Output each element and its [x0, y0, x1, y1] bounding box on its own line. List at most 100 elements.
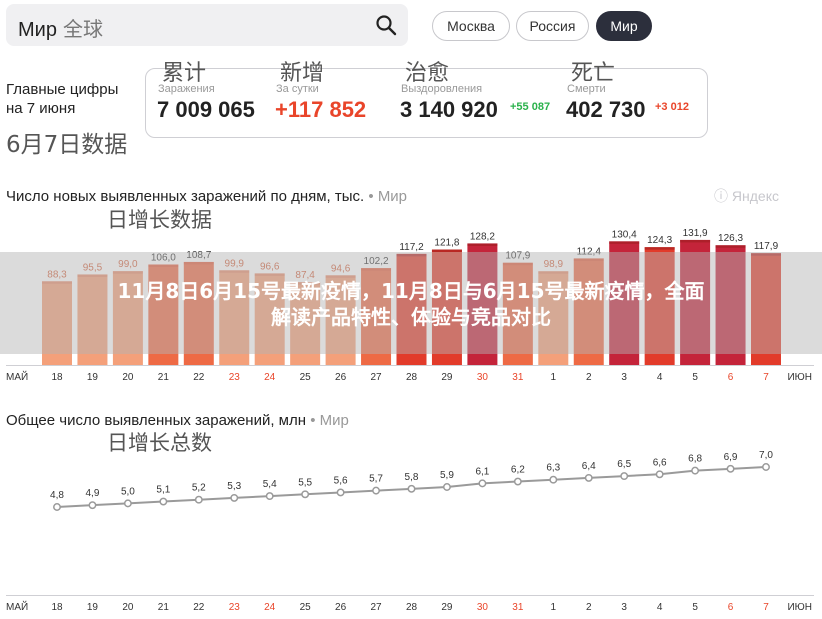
bar-cap — [644, 247, 675, 250]
stat-total-value: 7 009 065 — [157, 97, 255, 122]
x-tick-label: 19 — [87, 602, 99, 613]
x-tick-label: 29 — [441, 372, 453, 383]
series-point — [230, 493, 239, 502]
point-value-label: 5,3 — [227, 481, 241, 492]
x-tick-label: 4 — [657, 602, 663, 613]
x-tick-label: 23 — [229, 372, 241, 383]
x-tick-label: 18 — [51, 372, 63, 383]
bar-value-label: 130,4 — [612, 229, 637, 240]
x-tick-label: 26 — [335, 372, 347, 383]
x-tick-label: 28 — [406, 372, 418, 383]
tab-world[interactable]: Мир — [596, 11, 652, 41]
stat-total-label: Заражения — [158, 83, 215, 95]
bar-chart-source: Мир — [377, 188, 408, 205]
x-month-start: МАЙ — [6, 370, 28, 383]
series-point — [88, 501, 97, 510]
series-point — [691, 466, 700, 475]
bar-value-label: 128,2 — [470, 231, 495, 242]
stat-deaths-label: Смерти — [567, 83, 606, 95]
point-value-label: 7,0 — [759, 450, 773, 461]
x-tick-label: 22 — [193, 372, 205, 383]
x-tick-label: 22 — [193, 602, 205, 613]
point-value-label: 6,8 — [688, 454, 702, 465]
point-value-label: 6,1 — [475, 466, 489, 477]
page-title: Главные цифры на 7 июня — [6, 80, 118, 118]
yandex-logo: ⓘ Яндекс — [714, 186, 779, 206]
x-tick-label: 24 — [264, 602, 276, 613]
bar-cap — [467, 243, 498, 246]
line-chart: 4,8 4,9 5,0 5,1 5,2 5,3 5,4 5,5 5,6 5,7 5,8 5,9 6,1 6… — [6, 450, 814, 613]
x-tick-label: 18 — [51, 602, 63, 613]
x-tick-label: 20 — [122, 602, 134, 613]
x-tick-label: 1 — [551, 602, 557, 613]
banner-line2: 解读产品特性、体验与竞品对比 — [271, 305, 551, 329]
x-month-end: ИЮН — [787, 602, 812, 613]
yandex-logo-icon: ⓘ — [714, 188, 728, 204]
x-tick-label: 30 — [477, 602, 489, 613]
x-tick-label: 28 — [406, 602, 418, 613]
series-point — [549, 475, 558, 484]
banner-line1: 11月8日6月15号最新疫情，11月8日与6月15号最新疫情，全面 — [117, 279, 705, 303]
stat-daily-label: За сутки — [276, 83, 319, 95]
series-point — [53, 503, 61, 511]
x-tick-label: 19 — [87, 372, 99, 383]
point-value-label: 4,8 — [50, 490, 64, 501]
stat-recovered-value: 3 140 920 — [400, 97, 498, 122]
stat-deaths-value: 402 730 — [566, 97, 646, 122]
bar-value-label: 124,3 — [647, 235, 672, 246]
stat-deaths-increment: +3 012 — [655, 101, 689, 113]
x-tick-label: 25 — [300, 372, 312, 383]
stat-recovered-label: Выздоровления — [401, 83, 483, 95]
x-tick-label: 29 — [441, 602, 453, 613]
x-tick-label: 20 — [122, 372, 134, 383]
series-point — [336, 488, 345, 497]
point-value-label: 6,6 — [653, 457, 667, 468]
x-tick-label: 30 — [477, 372, 489, 383]
bar-value-label: 121,8 — [434, 238, 459, 249]
x-tick-label: 6 — [728, 602, 734, 613]
x-tick-label: 2 — [586, 602, 592, 613]
series-point — [620, 472, 629, 481]
x-tick-label: 7 — [763, 602, 769, 613]
point-value-label: 5,8 — [405, 472, 419, 483]
search-hint: 全球 — [62, 17, 103, 41]
x-tick-label: 21 — [158, 372, 170, 383]
point-value-label: 5,2 — [192, 483, 206, 494]
series-point — [513, 477, 522, 486]
bar-value-label: 117,9 — [754, 241, 779, 252]
x-tick-label: 2 — [586, 372, 592, 383]
point-value-label: 5,9 — [440, 470, 454, 481]
x-tick-label: 1 — [551, 372, 557, 383]
series-point — [443, 483, 451, 491]
bar-chart-title-text: Число новых выявленных заражений по дням… — [6, 188, 365, 205]
point-value-label: 5,7 — [369, 474, 383, 485]
x-month-start: МАЙ — [6, 600, 28, 613]
x-month-end: ИЮН — [787, 372, 812, 383]
stat-recovered-increment: +55 087 — [510, 101, 551, 113]
point-value-label: 5,0 — [121, 486, 135, 497]
x-tick-label: 23 — [229, 602, 241, 613]
series-point — [159, 497, 168, 506]
bar-cap — [715, 245, 746, 248]
x-tick-label: 4 — [657, 372, 663, 383]
point-value-label: 6,3 — [546, 463, 560, 474]
yandex-logo-text: Яндекс — [731, 188, 779, 204]
search-icon[interactable] — [374, 13, 398, 37]
series-point — [301, 490, 310, 499]
point-value-label: 6,9 — [724, 452, 738, 463]
series-point — [407, 484, 416, 493]
bar-cap — [680, 239, 711, 243]
tab-moscow[interactable]: Москва — [432, 11, 510, 41]
x-tick-label: 5 — [692, 602, 698, 613]
x-tick-label: 31 — [512, 602, 524, 613]
series-point — [726, 464, 735, 473]
x-tick-label: 7 — [763, 372, 769, 383]
stats-panel: 累计 Заражения 7 009 065 新增 За сутки +117 … — [145, 61, 708, 138]
tab-russia[interactable]: Россия — [516, 11, 589, 41]
search-bar[interactable]: Мир 全球 — [6, 4, 408, 46]
search-query[interactable]: Мир 全球 — [18, 13, 103, 42]
point-value-label: 5,6 — [334, 475, 348, 486]
x-tick-label: 27 — [370, 372, 382, 383]
point-value-label: 6,4 — [582, 461, 596, 472]
x-tick-label: 3 — [621, 602, 627, 613]
